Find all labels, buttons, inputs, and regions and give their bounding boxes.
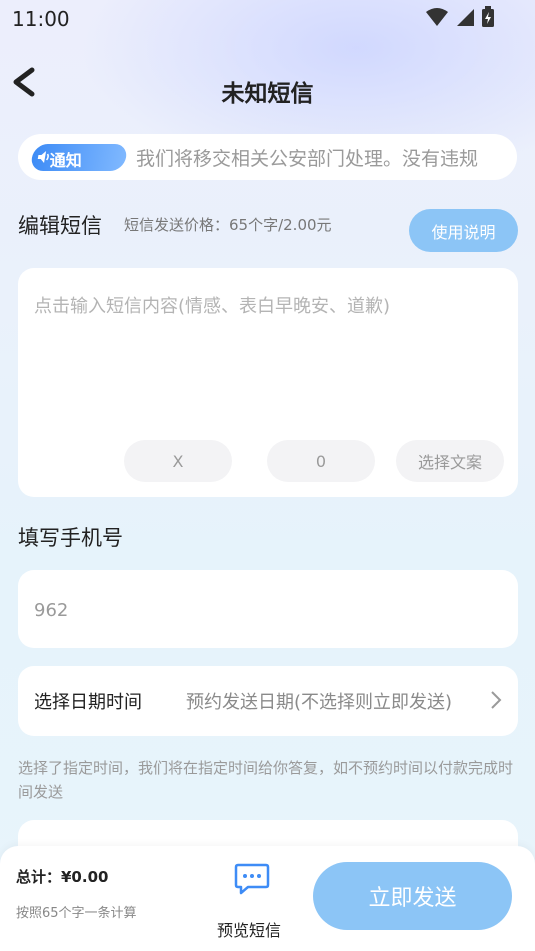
phone-input[interactable] xyxy=(32,592,506,628)
preview-sms-button[interactable]: 预览短信 xyxy=(212,860,292,940)
char-count: 0 xyxy=(267,440,375,482)
notice-banner: 通知 我们将移交相关公安部门处理。没有违规 xyxy=(18,134,517,180)
notice-text: 我们将移交相关公安部门处理。没有违规 xyxy=(136,148,479,170)
preview-label: 预览短信 xyxy=(217,921,282,940)
sms-content-input[interactable] xyxy=(32,290,506,394)
price-note: 短信发送价格：65个字/2.00元 xyxy=(124,216,332,234)
total-amount: 总计：¥0.00 xyxy=(16,868,109,886)
status-icons xyxy=(425,6,495,28)
sms-content-card: X 0 选择文案 xyxy=(18,268,518,497)
edit-sms-title: 编辑短信 xyxy=(18,214,102,238)
schedule-value: 预约发送日期(不选择则立即发送) xyxy=(186,692,453,713)
notice-badge-label: 通知 xyxy=(49,151,82,170)
clear-button[interactable]: X xyxy=(124,440,232,482)
nav-bar: 未知短信 xyxy=(0,60,535,120)
notice-badge: 通知 xyxy=(29,144,129,171)
schedule-note: 选择了指定时间，我们将在指定时间给你答复，如不预约时间以付款完成时间发送 xyxy=(18,759,514,801)
chevron-right-icon xyxy=(491,691,502,709)
signal-icon xyxy=(457,9,474,26)
chat-bubble-icon xyxy=(234,863,270,895)
help-button[interactable]: 使用说明 xyxy=(409,209,518,252)
schedule-label: 选择日期时间 xyxy=(34,692,142,713)
phone-title: 填写手机号 xyxy=(18,526,123,550)
wifi-icon xyxy=(426,8,448,26)
send-now-button[interactable]: 立即发送 xyxy=(313,862,512,930)
phone-card xyxy=(18,570,518,648)
battery-icon xyxy=(482,6,494,27)
schedule-date-row[interactable]: 选择日期时间 预约发送日期(不选择则立即发送) xyxy=(18,666,518,736)
status-bar: 11:00 xyxy=(0,0,535,36)
total-note: 按照65个字一条计算 xyxy=(16,906,137,921)
bottom-bar: 总计：¥0.00 按照65个字一条计算 预览短信 立即发送 xyxy=(0,846,535,951)
page-title: 未知短信 xyxy=(221,81,314,107)
choose-template-button[interactable]: 选择文案 xyxy=(396,440,504,482)
status-time: 11:00 xyxy=(12,7,70,31)
